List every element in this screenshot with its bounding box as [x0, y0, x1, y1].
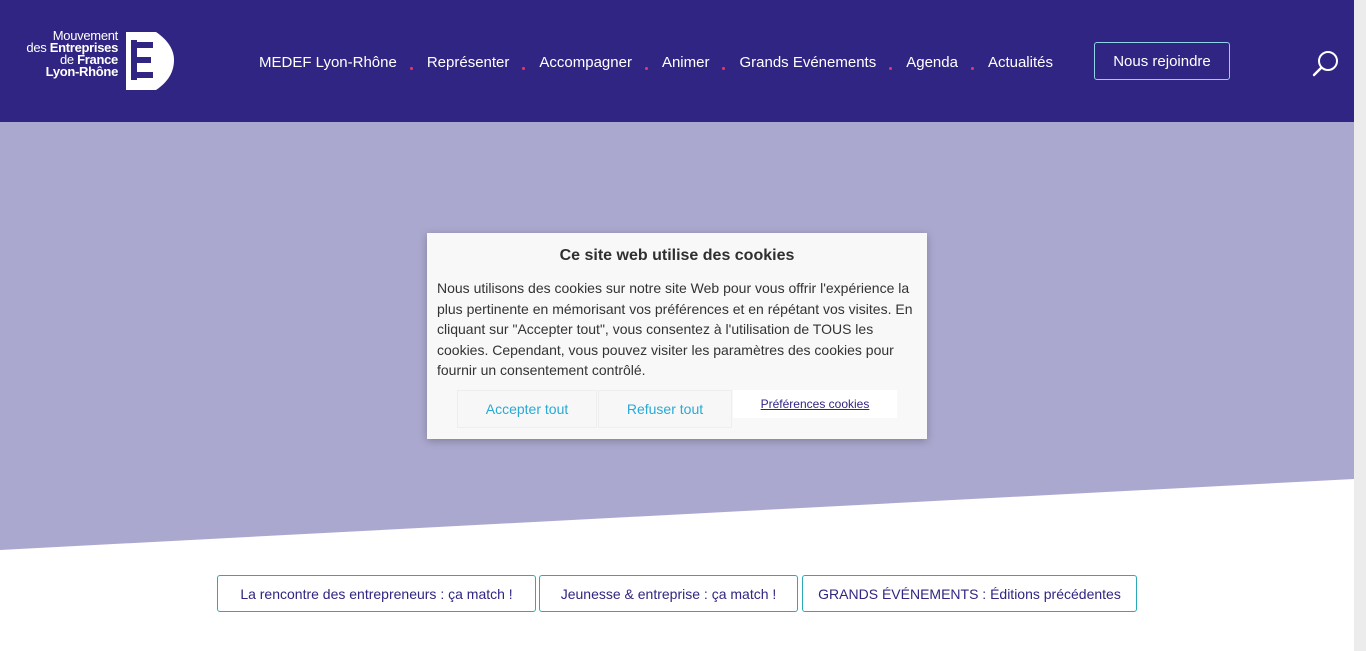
main-nav: MEDEF Lyon-Rhône Représenter Accompagner…	[259, 50, 1053, 74]
nav-separator-dot	[709, 50, 739, 74]
tag-jeunesse-entreprise[interactable]: Jeunesse & entreprise : ça match !	[539, 575, 798, 612]
nav-item-representer[interactable]: Représenter	[427, 54, 510, 71]
logo-line-4: Lyon-Rhône	[45, 64, 119, 79]
search-icon	[1312, 51, 1338, 77]
logo-wordmark: Mouvement des Entreprises de France Lyon…	[16, 29, 119, 79]
nav-item-actualites[interactable]: Actualités	[988, 54, 1053, 71]
logo-line-2a: des	[26, 40, 50, 55]
tag-rencontre-entrepreneurs[interactable]: La rencontre des entrepreneurs : ça matc…	[217, 575, 536, 612]
nav-item-animer[interactable]: Animer	[662, 54, 710, 71]
site-header: Mouvement des Entreprises de France Lyon…	[0, 0, 1354, 122]
join-button[interactable]: Nous rejoindre	[1094, 42, 1230, 80]
nav-item-medef[interactable]: MEDEF Lyon-Rhône	[259, 54, 397, 71]
nav-item-accompagner[interactable]: Accompagner	[539, 54, 632, 71]
tag-grands-evenements[interactable]: GRANDS ÉVÉNEMENTS : Éditions précédentes	[802, 575, 1137, 612]
nav-separator-dot	[509, 50, 539, 74]
cookie-dialog-title: Ce site web utilise des cookies	[559, 247, 795, 264]
search-button[interactable]	[1312, 49, 1340, 77]
page-scrollbar[interactable]	[1354, 0, 1366, 651]
logo-e-icon	[126, 32, 174, 90]
nav-separator-dot	[632, 50, 662, 74]
nav-separator-dot	[876, 50, 906, 74]
nav-item-agenda[interactable]: Agenda	[906, 54, 958, 71]
nav-item-grands-evenements[interactable]: Grands Evénements	[739, 54, 876, 71]
medef-logo[interactable]: Mouvement des Entreprises de France Lyon…	[16, 29, 176, 90]
cookie-preferences-link[interactable]: Préférences cookies	[733, 390, 897, 418]
accept-all-button[interactable]: Accepter tout	[457, 390, 597, 428]
nav-separator-dot	[397, 50, 427, 74]
cookie-dialog-text: Nous utilisons des cookies sur notre sit…	[437, 280, 913, 378]
refuse-all-button[interactable]: Refuser tout	[598, 390, 732, 428]
nav-separator-dot	[958, 50, 988, 74]
